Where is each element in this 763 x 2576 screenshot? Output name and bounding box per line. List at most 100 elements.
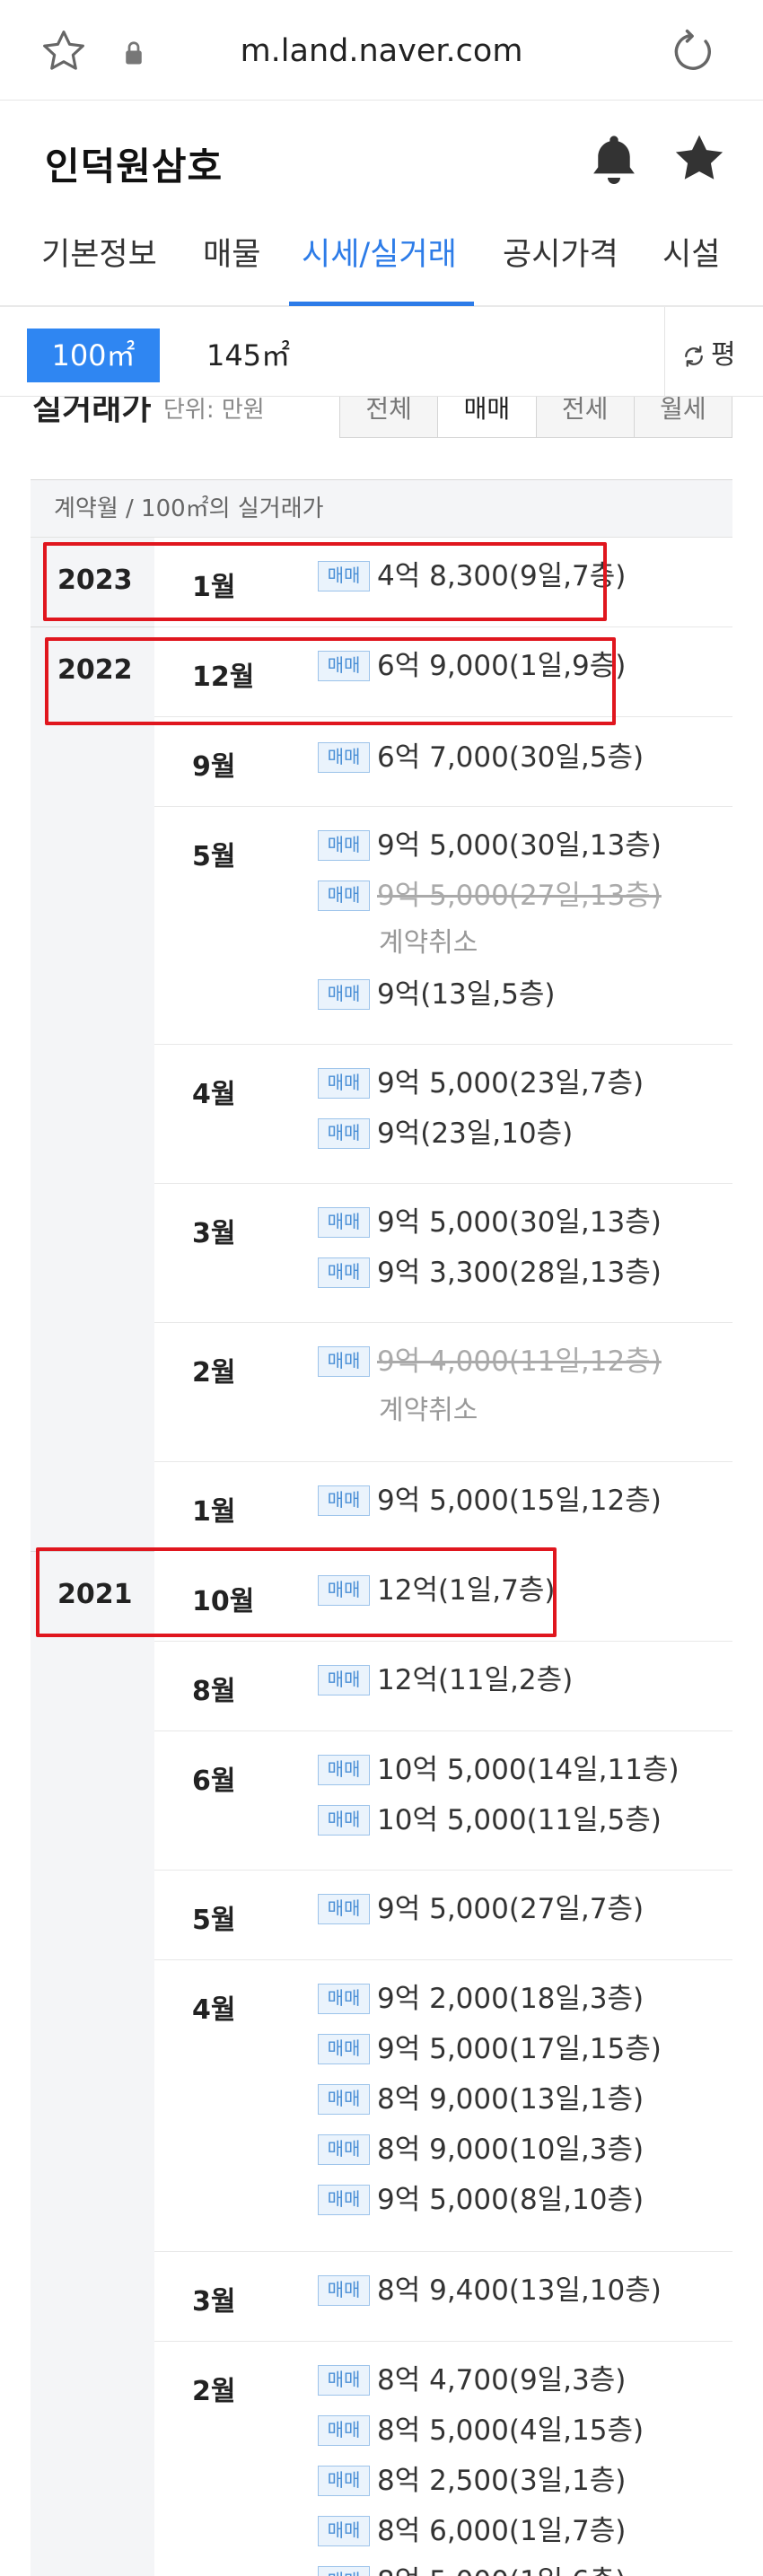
area-option-100[interactable]: 100㎡ [27, 329, 160, 382]
deal-price: 8억 9,000(10일,3층) [377, 2134, 645, 2166]
tab-price-transactions[interactable]: 시세/실거래 [302, 217, 457, 307]
deal-entry[interactable]: 매매 9억(23일,10층) [318, 1117, 573, 1151]
deal-entry[interactable]: 매매 8억 5,000(4일,15층) [318, 2414, 644, 2448]
deal-entry-cancelled[interactable]: 매매 9억 5,000(27일,13층) [318, 879, 662, 913]
year-group-2022: 2022 12월 매매 6억 9,000(1일,9층) 9월 매매 6억 7,000… [31, 627, 732, 1552]
deal-price: 9억 5,000(27일,13층) [377, 880, 662, 912]
deal-entry[interactable]: 매매 8억 4,700(9일,3층) [318, 2363, 626, 2397]
deal-price: 9억 5,000(23일,7층) [377, 1067, 645, 1100]
month-label: 5월 [192, 1905, 236, 1936]
tab-listings[interactable]: 매물 [203, 217, 260, 307]
deal-entry[interactable]: 매매 9억 5,000(23일,7층) [318, 1066, 644, 1100]
sale-badge: 매매 [318, 1894, 370, 1924]
favorite-star-icon[interactable] [671, 131, 727, 187]
highlight-box-2021 [36, 1547, 557, 1637]
month-row-2021-08: 8월 매매 12억(11일,2층) [154, 1642, 732, 1731]
month-label: 2월 [192, 2376, 236, 2407]
deal-price: 9억 5,000(30일,13층) [377, 1206, 662, 1239]
deal-price: 9억 5,000(30일,13층) [377, 829, 662, 862]
filter-monthly-rent[interactable]: 월세 [634, 397, 732, 437]
tab-official-price[interactable]: 공시가격 [503, 217, 618, 307]
month-label: 8월 [192, 1676, 236, 1707]
filter-jeonse[interactable]: 전세 [536, 397, 635, 437]
deal-price: 8억 5,000(1일,6층) [377, 2564, 626, 2576]
lock-icon [126, 41, 142, 65]
tab-basic-info[interactable]: 기본정보 [41, 217, 157, 307]
deal-price: 9억 5,000(17일,15층) [377, 2033, 662, 2065]
reload-icon[interactable] [670, 29, 716, 75]
sale-badge: 매매 [318, 1118, 370, 1149]
month-label: 4월 [192, 1079, 236, 1110]
deal-price: 9억(13일,5층) [377, 978, 556, 1011]
sale-badge: 매매 [318, 979, 370, 1010]
divider [664, 307, 665, 397]
area-selector: 100㎡ 145㎡ 평 [0, 307, 763, 397]
deal-entry[interactable]: 매매 9억 5,000(30일,13층) [318, 1205, 662, 1240]
section-header: 실거래가 단위: 만원 전체 매매 전세 월세 [0, 397, 763, 478]
deal-entry[interactable]: 매매 10억 5,000(11일,5층) [318, 1803, 662, 1837]
sale-badge: 매매 [318, 1805, 370, 1836]
deal-entry[interactable]: 매매 9억 2,000(18일,3층) [318, 1982, 644, 2016]
active-tab-indicator [289, 302, 474, 306]
sale-badge: 매매 [318, 2034, 370, 2064]
sale-badge: 매매 [318, 2566, 370, 2576]
month-label: 3월 [192, 1218, 236, 1249]
deal-entry[interactable]: 매매 8억 5,000(1일,6층) [318, 2564, 626, 2576]
month-label: 6월 [192, 1766, 236, 1797]
deal-price: 9억 3,300(28일,13층) [377, 1257, 662, 1289]
deal-price: 8억 6,000(1일,7층) [377, 2515, 627, 2547]
deal-entry[interactable]: 매매 9억(13일,5층) [318, 977, 556, 1012]
deal-price: 10억 5,000(14일,11층) [377, 1754, 680, 1786]
deal-price: 8억 9,000(13일,1층) [377, 2083, 645, 2116]
deal-price: 9억 2,000(18일,3층) [377, 1983, 645, 2015]
deal-price: 6억 7,000(30일,5층) [377, 741, 645, 774]
sale-badge: 매매 [318, 2134, 370, 2165]
deal-entry[interactable]: 매매 8억 6,000(1일,7층) [318, 2514, 626, 2548]
deal-price: 10억 5,000(11일,5층) [377, 1804, 662, 1836]
sale-badge: 매매 [318, 1346, 370, 1377]
deal-entry[interactable]: 매매 9억 5,000(8일,10층) [318, 2183, 644, 2217]
deal-price: 9억(23일,10층) [377, 1117, 574, 1150]
month-label: 9월 [192, 751, 236, 783]
deal-entry[interactable]: 매매 8억 2,500(3일,1층) [318, 2464, 626, 2498]
section-title: 실거래가 [32, 397, 152, 427]
bookmark-star-icon[interactable] [39, 27, 88, 75]
unit-toggle-button[interactable]: 평 [680, 329, 736, 382]
page-title: 인덕원삼호 [45, 145, 224, 188]
deal-entry[interactable]: 매매 9억 5,000(27일,7층) [318, 1892, 644, 1926]
deal-entry[interactable]: 매매 9억 3,300(28일,13층) [318, 1256, 662, 1290]
deal-price: 9억 5,000(27일,7층) [377, 1893, 645, 1925]
deal-entry[interactable]: 매매 8억 9,000(10일,3층) [318, 2133, 644, 2167]
sale-badge: 매매 [318, 2516, 370, 2546]
sale-badge: 매매 [318, 742, 370, 773]
filter-all[interactable]: 전체 [340, 397, 439, 437]
month-label: 2월 [192, 1357, 236, 1389]
sale-badge: 매매 [318, 1485, 370, 1516]
sale-badge: 매매 [318, 1257, 370, 1288]
bell-icon[interactable] [589, 131, 639, 187]
deal-price: 12억(11일,2층) [377, 1664, 574, 1696]
deal-entry[interactable]: 매매 9억 5,000(15일,12층) [318, 1484, 662, 1518]
deal-entry[interactable]: 매매 6억 7,000(30일,5층) [318, 740, 644, 775]
deal-price: 8억 5,000(4일,15층) [377, 2414, 645, 2447]
deal-entry[interactable]: 매매 10억 5,000(14일,11층) [318, 1753, 680, 1787]
page-header: 인덕원삼호 [0, 101, 763, 217]
filter-sale[interactable]: 매매 [438, 397, 537, 437]
deal-entry[interactable]: 매매 8억 9,000(13일,1층) [318, 2082, 644, 2116]
sale-badge: 매매 [318, 2466, 370, 2496]
month-row-2021-02: 2월 매매 8억 4,700(9일,3층) 매매 8억 5,000(4일,15층) … [154, 2342, 732, 2576]
sale-badge: 매매 [318, 881, 370, 911]
month-row-2022-09: 9월 매매 6억 7,000(30일,5층) [154, 717, 732, 807]
deal-entry[interactable]: 매매 12억(11일,2층) [318, 1663, 573, 1697]
deal-entry[interactable]: 매매 9억 5,000(17일,15층) [318, 2032, 662, 2066]
deal-entry-cancelled[interactable]: 매매 9억 4,000(11일,12층) [318, 1345, 662, 1379]
month-row-2022-02: 2월 매매 9억 4,000(11일,12층) 계약취소 [154, 1323, 732, 1462]
deal-price: 8억 4,700(9일,3층) [377, 2364, 627, 2396]
tab-facilities[interactable]: 시설 [662, 217, 720, 307]
sale-badge: 매매 [318, 830, 370, 861]
address-bar-url[interactable]: m.land.naver.com [180, 0, 583, 101]
area-option-145[interactable]: 145㎡ [206, 329, 290, 382]
deal-entry[interactable]: 매매 8억 9,400(13일,10층) [318, 2274, 662, 2308]
deal-entry[interactable]: 매매 9억 5,000(30일,13층) [318, 828, 662, 863]
sale-badge: 매매 [318, 2365, 370, 2396]
